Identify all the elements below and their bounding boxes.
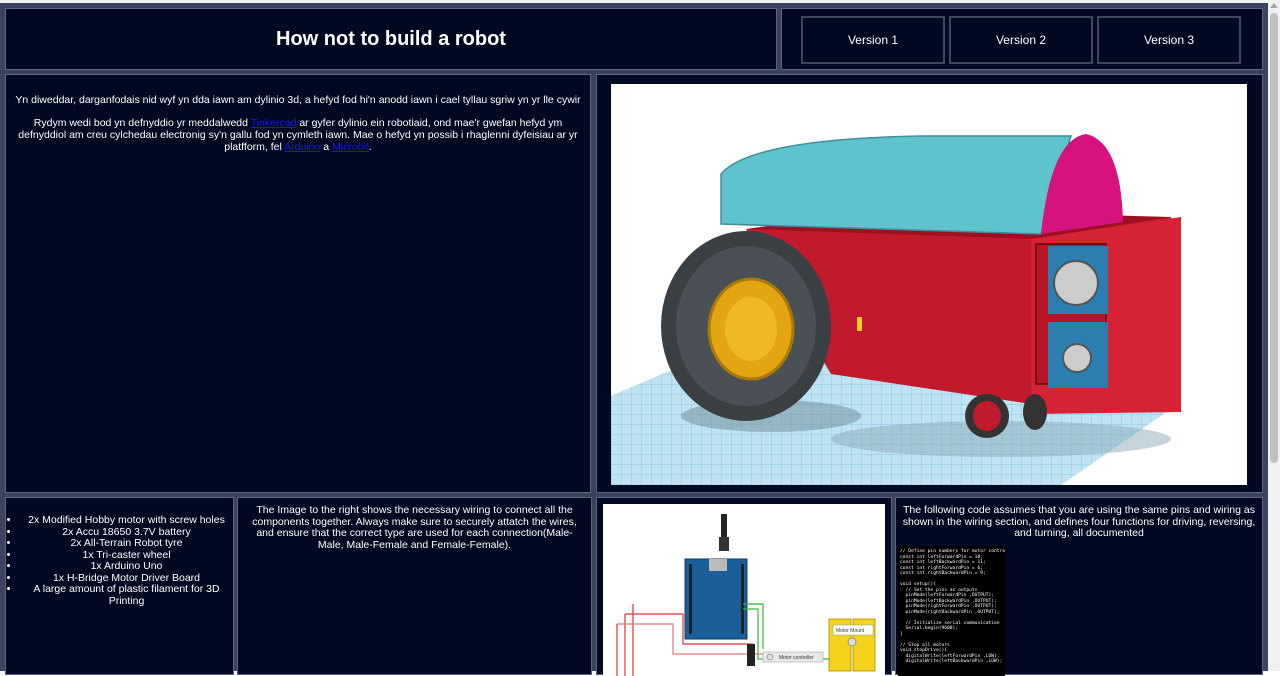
parts-list-section: 2x Modified Hobby motor with screw holes… <box>5 497 234 675</box>
parts-list-item: A large amount of plastic filament for 3… <box>20 583 233 607</box>
intro-text: a <box>320 141 333 153</box>
version-nav: Version 1 Version 2 Version 3 <box>781 8 1263 70</box>
code-block: // Define pin numbers for motor control … <box>898 546 1005 676</box>
intro-text: Rydym wedi bod yn defnyddio yr meddalwed… <box>33 117 251 129</box>
robot-render-panel <box>596 74 1263 493</box>
motor-controller-label: Motor controller <box>779 655 814 661</box>
intro-paragraph-1: Yn diweddar, darganfodais nid wyf yn dda… <box>15 94 581 106</box>
parts-list-item: 2x All-Terrain Robot tyre <box>20 537 233 550</box>
arduino-link[interactable]: Arduino <box>284 141 320 153</box>
vertical-scrollbar[interactable] <box>1268 0 1280 671</box>
motor-mount-label: Motor Mount <box>836 628 865 634</box>
wiring-diagram-panel: Motor controller Motor Mount <box>596 497 892 676</box>
parts-list-item: 1x Arduino Uno <box>20 560 233 573</box>
scrollbar-thumb[interactable] <box>1270 13 1278 463</box>
version-3-button[interactable]: Version 3 <box>1097 16 1241 64</box>
intro-paragraph-2: Rydym wedi bod yn defnyddio yr meddalwed… <box>12 117 584 153</box>
parts-list: 2x Modified Hobby motor with screw holes… <box>6 514 233 607</box>
page-title: How not to build a robot <box>276 27 506 50</box>
version-1-button[interactable]: Version 1 <box>801 16 945 64</box>
wiring-description: The Image to the right shows the necessa… <box>237 497 592 675</box>
code-section: The following code assumes that you are … <box>895 497 1263 676</box>
robot-3d-render <box>611 84 1247 485</box>
parts-list-item: 2x Modified Hobby motor with screw holes <box>20 514 233 527</box>
wiring-diagram: Motor controller Motor Mount <box>603 504 885 676</box>
intro-text: . <box>368 141 372 153</box>
page-grid: How not to build a robot Version 1 Versi… <box>0 3 1268 676</box>
wiring-text: The Image to the right shows the necessa… <box>252 504 577 551</box>
version-2-button[interactable]: Version 2 <box>949 16 1093 64</box>
tinkercad-link[interactable]: Tinkercad <box>251 117 297 129</box>
microbit-link[interactable]: Microbit <box>332 141 369 153</box>
code-intro-text: The following code assumes that you are … <box>902 504 1256 539</box>
intro-section: Yn diweddar, darganfodais nid wyf yn dda… <box>5 74 591 493</box>
header: How not to build a robot <box>5 8 777 70</box>
scroll-up-arrow-icon[interactable] <box>1270 3 1278 8</box>
